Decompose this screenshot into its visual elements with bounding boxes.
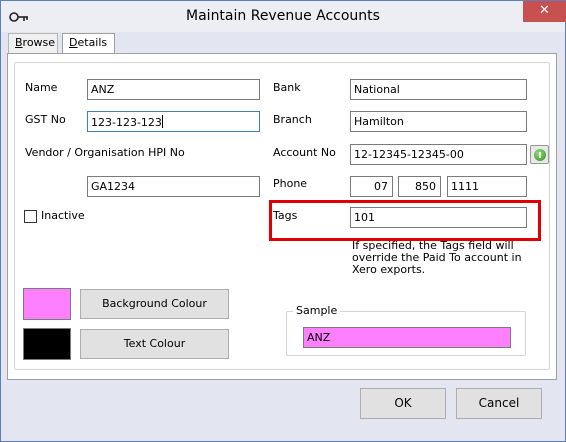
branch-label: Branch xyxy=(273,113,312,126)
sample-preview: ANZ xyxy=(303,327,511,348)
tags-help-text: If specified, the Tags field will overri… xyxy=(352,239,522,276)
phone-number-field[interactable]: 1111 xyxy=(447,176,527,197)
ok-button[interactable]: OK xyxy=(360,388,446,419)
name-field[interactable]: ANZ xyxy=(87,79,260,100)
background-colour-swatch xyxy=(23,288,71,320)
vendor-field[interactable]: GA1234 xyxy=(87,176,260,197)
bank-label: Bank xyxy=(273,81,301,94)
account-no-label: Account No xyxy=(273,146,336,159)
close-icon: ✕ xyxy=(539,3,550,18)
tab-details[interactable]: Details xyxy=(62,33,115,54)
inactive-label: Inactive xyxy=(41,209,85,222)
title-bar[interactable]: Maintain Revenue Accounts ✕ xyxy=(1,1,566,32)
window-title: Maintain Revenue Accounts xyxy=(186,8,380,24)
close-button[interactable]: ✕ xyxy=(523,1,566,22)
sample-label: Sample xyxy=(293,304,341,317)
branch-field[interactable]: Hamilton xyxy=(350,111,527,132)
info-icon xyxy=(534,149,546,161)
gst-field[interactable]: 123-123-123 xyxy=(87,111,260,132)
text-colour-swatch xyxy=(23,328,71,360)
background-colour-button[interactable]: Background Colour xyxy=(80,289,229,319)
validate-account-button[interactable] xyxy=(530,145,549,164)
text-caret xyxy=(161,115,163,128)
tags-highlight-box xyxy=(269,200,541,241)
name-label: Name xyxy=(25,81,58,94)
cancel-button[interactable]: Cancel xyxy=(456,388,542,419)
tab-browse[interactable]: Browse xyxy=(8,33,58,53)
vendor-label: Vendor / Organisation HPI No xyxy=(25,146,185,159)
phone-label: Phone xyxy=(273,177,308,190)
account-no-field[interactable]: 12-12345-12345-00 xyxy=(350,144,527,165)
bank-field[interactable]: National xyxy=(350,79,527,100)
phone-area-field[interactable]: 07 xyxy=(350,176,393,197)
gst-value: 123-123-123 xyxy=(91,116,162,129)
text-colour-button[interactable]: Text Colour xyxy=(80,329,229,359)
gst-label: GST No xyxy=(25,113,66,126)
inactive-checkbox[interactable] xyxy=(24,210,37,223)
phone-prefix-field[interactable]: 850 xyxy=(398,176,441,197)
